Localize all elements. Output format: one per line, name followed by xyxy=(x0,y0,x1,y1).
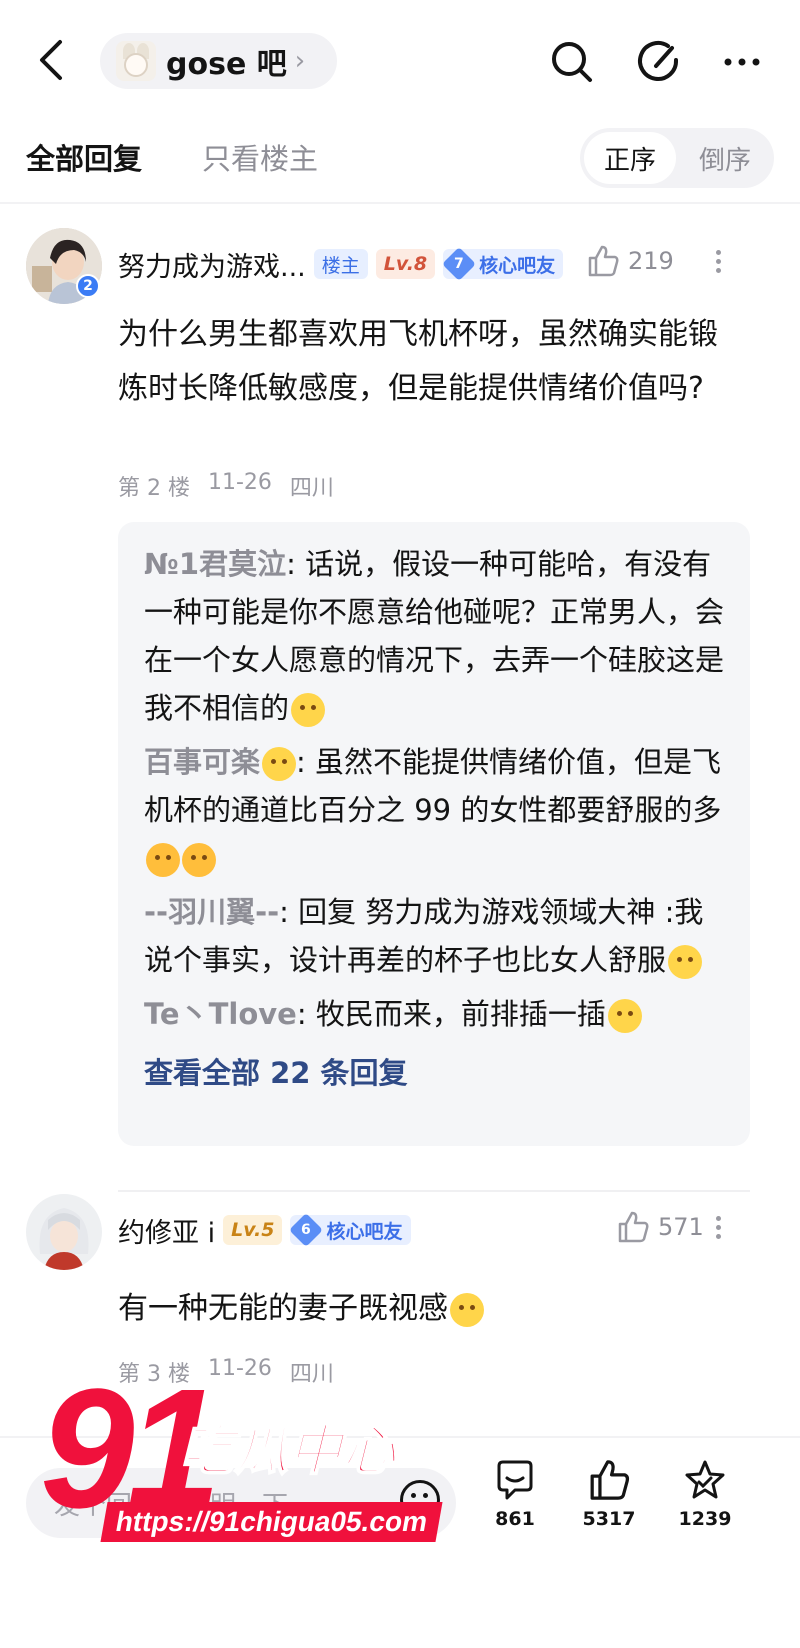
sub-reply[interactable]: 百事可楽: 虽然不能提供情绪价值，但是飞机杯的通道比百分之 99 的女性都要舒服… xyxy=(144,738,724,882)
sub-reply-author[interactable]: №1君莫泣 xyxy=(144,547,286,581)
crying-laugh-emoji-icon xyxy=(262,747,297,781)
like-count: 571 xyxy=(658,1213,704,1241)
comment-button[interactable]: 861 xyxy=(470,1458,560,1530)
comment-count: 861 xyxy=(495,1508,535,1530)
angry-emoji-icon xyxy=(146,843,180,877)
sub-reply-author[interactable]: 百事可楽 xyxy=(144,745,260,779)
sub-reply-text: 牧民而来，前排插一插 xyxy=(315,997,606,1031)
top-nav-bar: gose 吧 › xyxy=(0,0,800,118)
username[interactable]: 约修亚 i xyxy=(118,1211,215,1250)
sub-reply-author[interactable]: Te丶Tlove xyxy=(144,997,297,1031)
op-badge: 楼主 xyxy=(313,249,368,279)
user-meta-row: 约修亚 i Lv.5 6 核心吧友 xyxy=(118,1210,411,1250)
thumbs-up-icon xyxy=(588,245,619,277)
sub-reply[interactable]: №1君莫泣: 话说，假设一种可能哈，有没有一种可能是你不愿意给他碰呢？正常男人，… xyxy=(144,540,724,732)
view-all-replies-link[interactable]: 查看全部 22 条回复 xyxy=(144,1050,724,1092)
core-level-icon: 7 xyxy=(442,247,477,281)
post-location: 四川 xyxy=(289,476,334,501)
like-button[interactable]: 571 xyxy=(616,1210,704,1244)
post-content: 有一种无能的妻子既视感 xyxy=(118,1282,728,1336)
tab-op-only[interactable]: 只看楼主 xyxy=(202,136,318,178)
sub-reply[interactable]: --羽川翼--: 回复 努力成为游戏领域大神 :我说个事实，设计再差的杯子也比女… xyxy=(144,888,724,984)
post-more-icon[interactable] xyxy=(712,246,724,282)
chevron-right-icon: › xyxy=(294,46,306,76)
favorite-count: 1239 xyxy=(678,1508,732,1530)
user-meta-row: 努力成为游戏... 楼主 Lv.8 7 核心吧友 xyxy=(118,244,564,284)
shy-emoji-icon xyxy=(450,1292,484,1327)
back-arrow-icon[interactable] xyxy=(30,34,74,86)
star-icon xyxy=(685,1460,725,1499)
forum-avatar xyxy=(116,41,156,81)
post-location: 四川 xyxy=(289,1362,334,1387)
thumbs-up-icon xyxy=(618,1211,649,1243)
reply-input[interactable]: 发个回复，说明一下 xyxy=(26,1468,456,1538)
emoji-icon[interactable] xyxy=(400,1480,440,1520)
sub-reply-author[interactable]: --羽川翼-- xyxy=(144,895,279,929)
post-content: 为什么男生都喜欢用飞机杯呀，虽然确实能锻炼时长降低敏感度，但是能提供情绪价值吗? xyxy=(118,317,718,406)
like-button[interactable]: 219 xyxy=(586,244,674,278)
floor-info: 第 3 楼 11-26 四川 xyxy=(118,1356,334,1388)
tab-all-replies[interactable]: 全部回复 xyxy=(26,136,142,178)
smiling-emoji-icon xyxy=(291,693,326,727)
hug-emoji-icon xyxy=(607,999,642,1033)
favorite-button[interactable]: 1239 xyxy=(660,1458,750,1530)
angry-emoji-icon xyxy=(182,843,216,877)
core-member-label: 核心吧友 xyxy=(479,254,556,277)
search-icon[interactable] xyxy=(548,38,596,86)
avatar[interactable] xyxy=(26,1194,102,1270)
floor-number: 第 3 楼 xyxy=(118,1362,190,1387)
level-badge: Lv.5 xyxy=(223,1215,283,1245)
core-member-badge: 7 核心吧友 xyxy=(442,247,564,281)
edit-icon[interactable] xyxy=(634,38,682,86)
sort-asc-button[interactable]: 正序 xyxy=(584,132,676,184)
forum-entry-button[interactable]: gose 吧 › xyxy=(100,33,337,89)
sub-reply[interactable]: Te丶Tlove: 牧民而来，前排插一插 xyxy=(144,990,724,1038)
smile-emoji-icon xyxy=(668,945,703,979)
comment-icon xyxy=(497,1460,533,1500)
forum-name: gose 吧 xyxy=(166,47,287,82)
reply-filter-tabs: 全部回复 只看楼主 正序 倒序 xyxy=(0,118,800,204)
like-count: 219 xyxy=(628,247,674,275)
verified-badge: 2 xyxy=(76,274,100,298)
sort-order-switch: 正序 倒序 xyxy=(580,128,774,188)
sub-replies-box[interactable]: №1君莫泣: 话说，假设一种可能哈，有没有一种可能是你不愿意给他碰呢？正常男人，… xyxy=(118,522,750,1146)
core-level-icon: 6 xyxy=(289,1213,324,1247)
level-badge: Lv.8 xyxy=(375,249,436,279)
sort-desc-button[interactable]: 倒序 xyxy=(680,132,770,184)
like-count: 5317 xyxy=(582,1508,636,1530)
thumbs-up-icon xyxy=(590,1460,630,1500)
core-member-badge: 6 核心吧友 xyxy=(289,1213,411,1247)
post-more-icon[interactable] xyxy=(712,1212,724,1248)
floor-number: 第 2 楼 xyxy=(118,476,190,501)
username[interactable]: 努力成为游戏... xyxy=(118,245,306,284)
more-icon[interactable] xyxy=(718,38,766,86)
bottom-action-bar: 发个回复，说明一下 861 5317 1239 xyxy=(0,1436,800,1648)
core-member-label: 核心吧友 xyxy=(326,1220,403,1243)
like-post-button[interactable]: 5317 xyxy=(564,1458,654,1530)
floor-info: 第 2 楼 11-26 四川 xyxy=(118,470,334,502)
post-date: 11-26 xyxy=(207,1356,272,1381)
post-date: 11-26 xyxy=(207,470,272,495)
post-divider xyxy=(118,1190,750,1192)
